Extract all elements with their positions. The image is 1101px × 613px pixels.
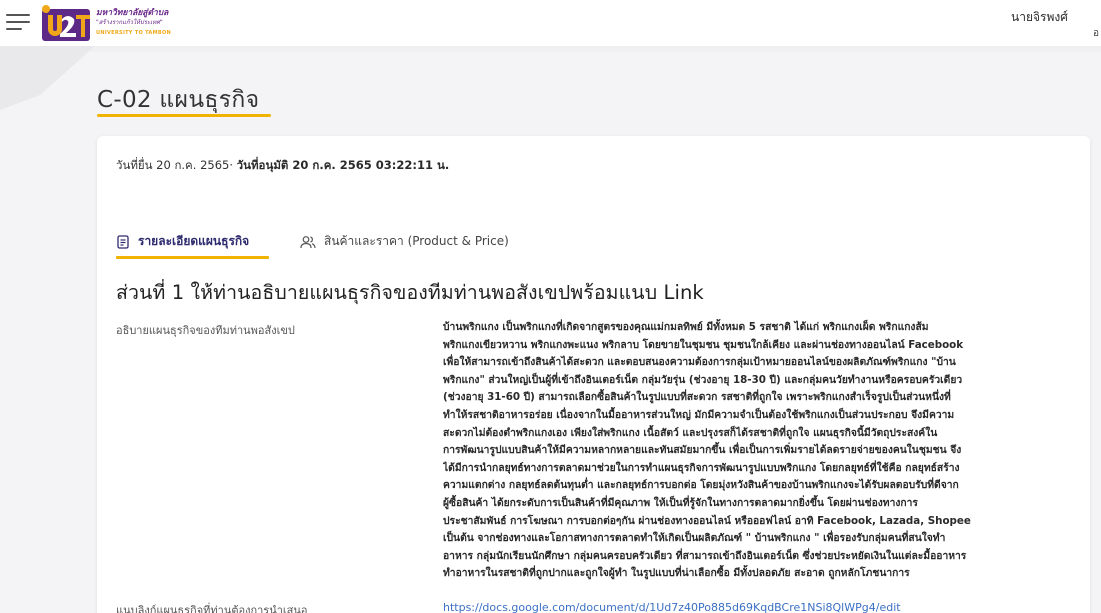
user-sub: อ [1093, 28, 1100, 39]
description-line: เป็นต้น จากช่องทางและโอกาสทางการตลาดทำให… [443, 532, 946, 545]
tab-label: สินค้าและราคา (Product & Price) [324, 234, 509, 248]
description-line: ผู้ซื้อสินค้า ได้ยกระดับการเป็นสินค้าที่… [443, 496, 918, 509]
menu-icon[interactable] [6, 11, 30, 30]
submitted-date: วันที่ยื่น 20 ก.ค. 2565 [116, 158, 230, 172]
description-line: สะดวกไม่ต้องตำพริกแกงเอง เพียงใส่พริกแกง… [443, 426, 938, 439]
logo-line-1: มหาวิทยาลัยสู่ตำบล [96, 8, 169, 18]
description-line: ได้มีการนำกลยุทธ์ทางการตลาดมาช่วยในการทำ… [443, 461, 960, 474]
active-tab-indicator [116, 256, 269, 259]
description-line: พริกแกงเขียวหวาน พริกแกงพะแนง พริกลาบ โด… [443, 338, 964, 351]
logo-text: มหาวิทยาลัยสู่ตำบล "สร้างรากแก้วให้ประเท… [96, 8, 171, 38]
page-title: C-02 แผนธุรกิจ [97, 87, 260, 113]
description-line: การพัฒนารูปแบบสินค้าให้มีความหลากหลายและ… [443, 444, 962, 457]
description-label: อธิบายแผนธุรกิจของทีมท่านพอสังเขป [116, 324, 295, 337]
date-separator: · [229, 158, 237, 172]
section-heading: ส่วนที่ 1 ให้ท่านอธิบายแผนธุรกิจของทีมท่… [116, 281, 704, 304]
document-icon [117, 234, 129, 249]
user-name[interactable]: นายจิรพงศ์ [1011, 8, 1101, 27]
tab-product-price[interactable]: สินค้าและราคา (Product & Price) [300, 232, 509, 251]
description-line: บ้านพริกแกง เป็นพริกแกงที่เกิดจากสูตรของ… [443, 321, 929, 333]
approved-date: วันที่อนุมัติ 20 ก.ค. 2565 03:22:11 น. [236, 158, 450, 172]
description-text: บ้านพริกแกง เป็นพริกแกงที่เกิดจากสูตรของ… [443, 319, 1077, 583]
description-line: เพื่อให้สามารถเข้าถึงสินค้าได้สะดวก และต… [443, 356, 956, 369]
tab-label: รายละเอียดแผนธุรกิจ [138, 234, 250, 248]
logo-line-3: UNIVERSITY TO TAMBON [96, 30, 171, 36]
description-line: (ช่วงอายุ 31-60 ปี) สามารถเลือกซื้อสินค้… [443, 391, 951, 404]
logo-line-2: "สร้างรากแก้วให้ประเทศ" [96, 19, 163, 26]
description-line: ประชาสัมพันธ์ การโฆษณา การบอกต่อๆกัน ผ่า… [443, 514, 971, 527]
u2t-logo[interactable] [40, 3, 92, 43]
description-line: ทำอาหารในรสชาติที่ถูกปากและถูกใจผู้ทำ ใน… [443, 567, 910, 580]
description-line: อาหาร กลุ่มนักเรียนนักศึกษา กลุ่มคนครอบค… [443, 549, 967, 562]
description-line: พริกแกง" ส่วนใหญ่เป็นผู้ที่เข้าถึงอินเตอ… [443, 373, 963, 386]
link-label: แนบลิงก์แผนธุรกิจที่ท่านต้องการนำเสนอ [116, 604, 308, 613]
users-icon [300, 235, 316, 248]
tab-business-plan-details[interactable]: รายละเอียดแผนธุรกิจ [116, 232, 249, 251]
description-line: ความแตกต่าง กลยุทธ์ลดต้นทุนต่ำ และกลยุทธ… [443, 479, 959, 492]
dates-line: วันที่ยื่น 20 ก.ค. 2565· วันที่อนุมัติ 2… [116, 157, 449, 175]
business-plan-link[interactable]: https://docs.google.com/document/d/1Ud7z… [443, 601, 901, 613]
description-line: ทำให้รสชาติอาหารอร่อย เนื่องจากในมื้ออาห… [443, 408, 955, 421]
title-underline [97, 114, 271, 117]
